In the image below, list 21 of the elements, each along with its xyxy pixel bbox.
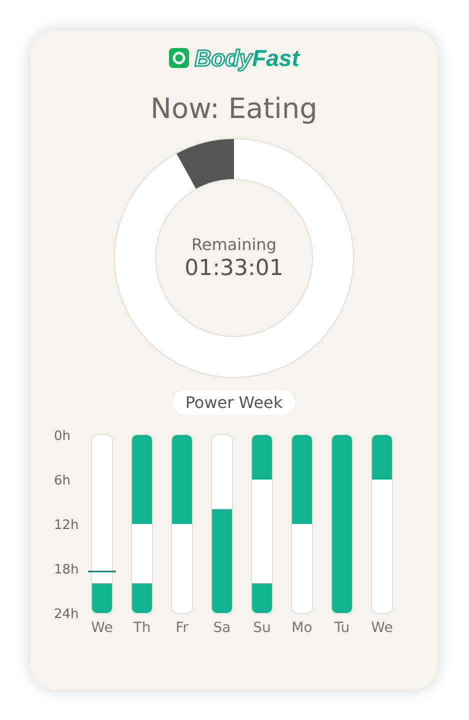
logo-text: BodyFast (194, 44, 300, 72)
progress-fill (176, 139, 234, 189)
ring-icon (168, 48, 189, 68)
day-label: Th (133, 620, 151, 633)
remaining-time: 01:33:01 (184, 256, 284, 281)
remaining-label: Remaining (192, 235, 276, 254)
status-title: Now: Eating (150, 92, 318, 126)
y-tick-label: 18h (54, 562, 79, 578)
day-label: Su (253, 620, 271, 633)
day-label: Mo (292, 620, 312, 633)
power-week-label: Power Week (173, 390, 295, 415)
y-tick-label: 6h (54, 474, 71, 488)
y-tick-label: 24h (54, 607, 79, 622)
day-label: Fr (176, 620, 188, 633)
day-label: We (91, 620, 113, 633)
day-label: Sa (213, 620, 231, 633)
y-tick-label: 0h (54, 429, 71, 444)
now-line (88, 570, 116, 572)
day-label: We (371, 620, 393, 633)
y-tick-label: 12h (54, 518, 79, 533)
day-label: Tu (334, 620, 350, 633)
